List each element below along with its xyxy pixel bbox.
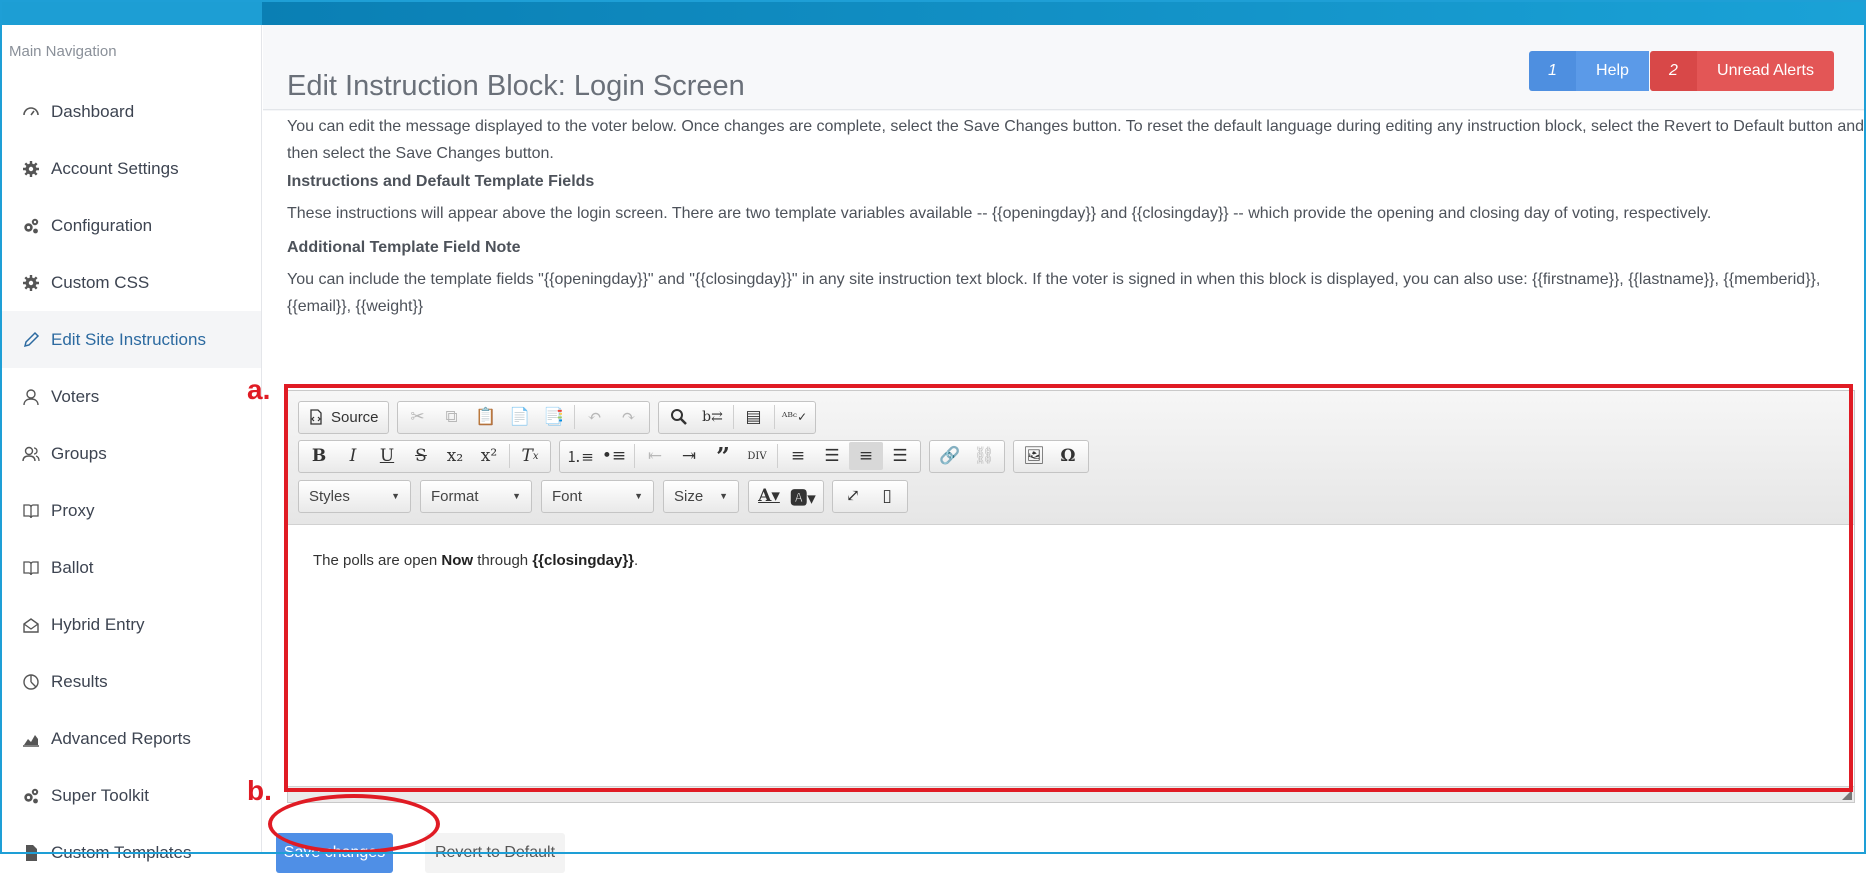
help-label: Help [1576,51,1649,91]
page-header: Edit Instruction Block: Login Screen 1 H… [263,25,1864,110]
sidebar-item-configuration[interactable]: Configuration [0,197,261,254]
sidebar-item-label: Voters [51,386,100,406]
page-title: Edit Instruction Block: Login Screen [287,70,745,103]
sidebar-item-label: Results [51,671,108,691]
sidebar-item-label: Account Settings [51,158,179,178]
intro-text: You can edit the message displayed to th… [287,118,1865,162]
sidebar-item-label: Advanced Reports [51,728,191,748]
sidebar-item-advanced-reports[interactable]: Advanced Reports [0,710,261,767]
gears-icon [20,215,42,237]
section2-title: Additional Template Field Note [287,239,521,256]
help-button[interactable]: 1 Help [1529,51,1649,91]
sidebar-item-edit-site-instructions[interactable]: Edit Site Instructions [0,311,261,368]
pencil-icon [20,329,42,351]
section1-text: These instructions will appear above the… [287,205,1712,222]
sidebar-item-label: Hybrid Entry [51,614,145,634]
file-icon [20,842,42,864]
sidebar: Main Navigation Dashboard Account Setting… [0,25,262,862]
sidebar-item-groups[interactable]: Groups [0,425,261,482]
area-chart-icon [20,728,42,750]
sidebar-item-results[interactable]: Results [0,653,261,710]
sidebar-item-label: Custom CSS [51,272,150,292]
nav-list: Dashboard Account Settings Configuration Cu… [0,83,261,881]
sidebar-item-label: Edit Site Instructions [51,329,206,349]
top-bar-main-area [262,0,1866,25]
sidebar-item-voters[interactable]: Voters [0,368,261,425]
alerts-label: Unread Alerts [1697,51,1834,91]
sidebar-item-label: Custom Templates [51,842,192,862]
sidebar-item-label: Ballot [51,557,94,577]
sidebar-item-label: Super Toolkit [51,785,149,805]
gears-icon [20,785,42,807]
sidebar-item-custom-css[interactable]: Custom CSS [0,254,261,311]
top-bar-brand-area [0,0,262,25]
sidebar-item-label: Dashboard [51,101,135,121]
sidebar-item-account-settings[interactable]: Account Settings [0,140,261,197]
sidebar-item-super-toolkit[interactable]: Super Toolkit [0,767,261,824]
annotation-label-b: b. [247,775,272,806]
user-icon [20,386,42,408]
top-bar [0,0,1866,25]
pie-chart-icon [20,671,42,693]
users-icon [20,443,42,465]
alerts-count: 2 [1650,51,1697,91]
book-icon [20,557,42,579]
nav-title: Main Navigation [9,43,117,60]
dashboard-icon [20,101,42,123]
annotation-box-a [284,384,1853,792]
revert-to-default-button[interactable]: Revert to Default [425,833,565,873]
gear-icon [20,158,42,180]
envelope-icon [20,614,42,636]
section1-title: Instructions and Default Template Fields [287,173,595,190]
unread-alerts-button[interactable]: 2 Unread Alerts [1650,51,1834,91]
help-count: 1 [1529,51,1576,91]
gear-icon [20,272,42,294]
sidebar-item-ballot[interactable]: Ballot [0,539,261,596]
sidebar-item-label: Proxy [51,500,95,520]
sidebar-item-label: Groups [51,443,107,463]
sidebar-item-label: Configuration [51,215,153,235]
book-icon [20,500,42,522]
annotation-ellipse-b [268,794,440,854]
sidebar-item-hybrid-entry[interactable]: Hybrid Entry [0,596,261,653]
sidebar-item-proxy[interactable]: Proxy [0,482,261,539]
annotation-label-a: a. [247,374,271,405]
section2-text: You can include the template fields "{{o… [287,271,1821,315]
sidebar-item-custom-templates[interactable]: Custom Templates [0,824,261,881]
sidebar-item-dashboard[interactable]: Dashboard [0,83,261,140]
